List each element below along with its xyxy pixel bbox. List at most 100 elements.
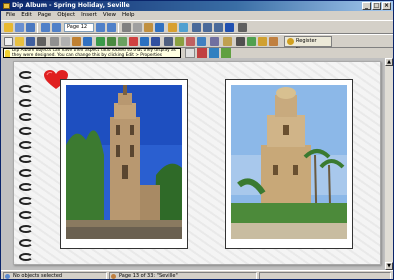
spiral-ring [19, 239, 33, 247]
photo-icon[interactable] [185, 48, 195, 58]
spiral-ring [19, 211, 33, 219]
effects-icon[interactable] [186, 37, 195, 46]
last-page-icon[interactable] [107, 23, 116, 32]
first-page-icon[interactable] [41, 23, 50, 32]
minimize-button[interactable]: _ [362, 2, 371, 10]
paste-icon[interactable] [144, 23, 153, 32]
film-icon[interactable] [236, 37, 245, 46]
close-button[interactable]: × [382, 2, 391, 10]
spiral-ring [19, 113, 33, 121]
cut-icon[interactable] [122, 23, 131, 32]
spiral-ring [19, 141, 33, 149]
frame-icon[interactable] [179, 23, 188, 32]
pencil-icon[interactable] [168, 23, 177, 32]
help-icon[interactable] [225, 23, 234, 32]
menu-file[interactable]: File [3, 11, 18, 20]
spiral-ring [19, 197, 33, 205]
copy-icon[interactable] [133, 23, 142, 32]
menu-help[interactable]: Help [119, 11, 138, 20]
spiral-ring [19, 183, 33, 191]
sticker-icon[interactable] [223, 37, 232, 46]
maximize-button[interactable]: □ [372, 2, 381, 10]
menu-edit[interactable]: Edit [18, 11, 35, 20]
page-selector[interactable]: Page 12 [64, 23, 94, 32]
spiral-ring [19, 155, 33, 163]
slideshow-icon[interactable] [214, 23, 223, 32]
info-bar: Dip Album objects can have their aspect … [1, 48, 393, 58]
color-icon[interactable] [197, 48, 207, 58]
clipart-icon[interactable] [140, 37, 149, 46]
vertical-scrollbar[interactable]: ▲ ▼ [385, 58, 393, 270]
menu-page[interactable]: Page [35, 11, 54, 20]
next-page-icon[interactable] [96, 23, 105, 32]
scroll-down-arrow[interactable]: ▼ [385, 262, 393, 270]
previous-page-icon[interactable] [52, 23, 61, 32]
photo-frame-giralda[interactable] [60, 79, 188, 249]
album-workspace: ▲ ▼ [1, 58, 393, 270]
album-page[interactable] [13, 61, 381, 265]
spiral-ring [19, 127, 33, 135]
sound-icon[interactable] [258, 37, 267, 46]
object-toolbar: Register Now [1, 34, 393, 53]
app-window: Dip Album - Spring Holiday, Seville _ □ … [0, 0, 394, 280]
tip-box: Dip Album objects can have their aspect … [3, 48, 181, 58]
title-bar[interactable]: Dip Album - Spring Holiday, Seville _ □ … [1, 1, 393, 11]
status-blank [259, 272, 391, 279]
spiral-ring [19, 253, 33, 261]
picture-icon[interactable] [164, 37, 173, 46]
menu-bar: File Edit Page Object Insert View Help [1, 11, 393, 20]
web-icon[interactable] [209, 48, 219, 58]
spiral-ring [19, 71, 33, 79]
align-icon[interactable] [197, 37, 206, 46]
scissors-icon[interactable] [50, 37, 59, 46]
scroll-up-arrow[interactable]: ▲ [385, 58, 393, 66]
spiral-ring [19, 99, 33, 107]
window-title: Dip Album - Spring Holiday, Seville [12, 2, 130, 9]
photo-frame-torre-del-oro[interactable] [225, 79, 353, 249]
drop-icon[interactable] [151, 37, 160, 46]
window-controls: _ □ × [362, 2, 391, 10]
selection-icon [5, 274, 10, 279]
spiral-ring [19, 85, 33, 93]
link-icon[interactable] [269, 37, 278, 46]
toolbar-separator [37, 23, 38, 33]
text-icon[interactable] [96, 37, 105, 46]
screen-icon[interactable] [203, 23, 212, 32]
tip-text: Dip Album objects can have their aspect … [12, 48, 176, 58]
photo-torre-del-oro [231, 85, 347, 239]
font-color-icon[interactable] [107, 37, 116, 46]
menu-insert[interactable]: Insert [78, 11, 100, 20]
status-bar: No objects selected Page 13 of 33: "Sevi… [1, 270, 393, 279]
album-icon [3, 3, 10, 9]
selection-status-text: No objects selected [13, 273, 63, 279]
image-icon[interactable] [118, 37, 127, 46]
new-object-icon[interactable] [4, 37, 13, 46]
globe-icon[interactable] [221, 48, 231, 58]
view-icon[interactable] [192, 23, 201, 32]
spiral-ring [19, 225, 33, 233]
page-layout-icon[interactable] [26, 23, 35, 32]
settings-icon[interactable] [238, 23, 247, 32]
shape-icon[interactable] [129, 37, 138, 46]
print-icon[interactable] [37, 37, 46, 46]
open-icon[interactable] [15, 37, 24, 46]
photo-giralda [66, 85, 182, 239]
open-album-icon[interactable] [4, 23, 13, 32]
undo-icon[interactable] [155, 23, 164, 32]
page-icon [111, 274, 116, 279]
register-now-button[interactable]: Register Now [284, 36, 332, 53]
menu-object[interactable]: Object [54, 11, 78, 20]
grid-icon[interactable] [210, 37, 219, 46]
rotate-icon[interactable] [83, 37, 92, 46]
main-toolbar: Page 12 [1, 20, 393, 34]
menu-view[interactable]: View [100, 11, 119, 20]
music-note-icon[interactable] [247, 37, 256, 46]
clipboard-icon[interactable] [72, 37, 81, 46]
duplicate-icon[interactable] [61, 37, 70, 46]
key-icon [287, 38, 294, 45]
new-page-icon[interactable] [15, 23, 24, 32]
page-status: Page 13 of 33: "Seville" [109, 272, 257, 279]
layers-icon[interactable] [175, 37, 184, 46]
save-icon[interactable] [26, 37, 35, 46]
page-status-text: Page 13 of 33: "Seville" [119, 273, 178, 279]
